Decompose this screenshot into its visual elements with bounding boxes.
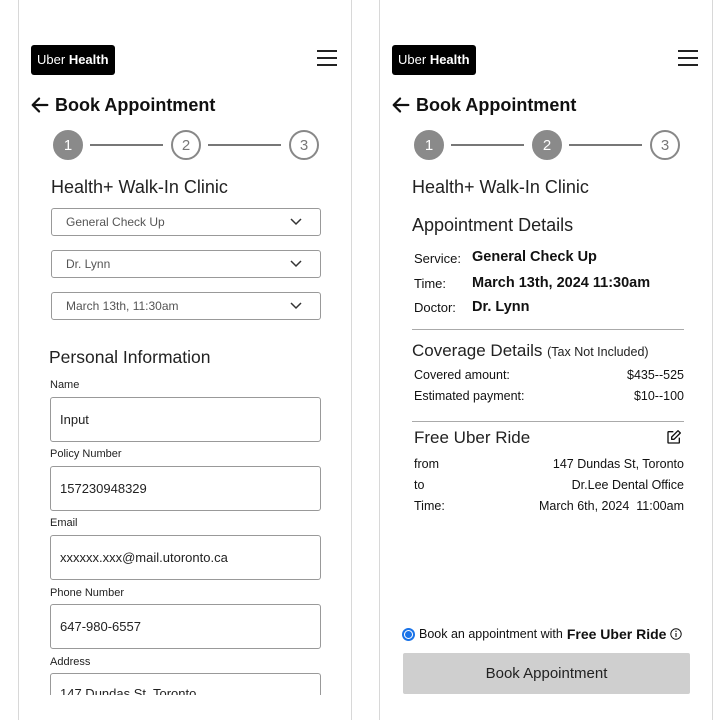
page-title: Book Appointment — [416, 94, 577, 115]
ride-to-label: to — [414, 478, 425, 492]
policy-number-label: Policy Number — [50, 448, 122, 460]
chevron-down-icon — [290, 218, 302, 226]
uber-health-logo[interactable]: Uber Health — [392, 45, 476, 75]
name-label: Name — [50, 379, 80, 391]
logo-part-2: Health — [68, 52, 109, 67]
uber-health-logo[interactable]: Uber Health — [31, 45, 115, 75]
page-header: Book Appointment — [390, 94, 576, 116]
doctor-label: Doctor: — [414, 300, 456, 315]
free-ride-option-text: Book an appointment with — [419, 627, 563, 641]
step-3: 3 — [650, 130, 680, 160]
phone-field[interactable]: 647-980-6557 — [50, 604, 321, 649]
divider — [412, 421, 684, 422]
coverage-title-text: Coverage Details — [412, 341, 543, 360]
step-1: 1 — [414, 130, 444, 160]
progress-stepper: 1 2 3 — [414, 130, 680, 160]
ride-from-value: 147 Dundas St, Toronto — [552, 457, 684, 471]
menu-icon[interactable] — [678, 50, 698, 66]
covered-amount-value: $435--525 — [627, 368, 684, 382]
estimated-payment-label: Estimated payment: — [414, 389, 525, 403]
back-arrow-icon[interactable] — [390, 94, 412, 116]
email-label: Email — [50, 517, 78, 529]
clinic-name: Health+ Walk-In Clinic — [412, 177, 589, 197]
time-select-value: March 13th, 11:30am — [66, 299, 179, 313]
clinic-name: Health+ Walk-In Clinic — [51, 177, 228, 197]
page-header: Book Appointment — [29, 94, 215, 116]
free-ride-option[interactable]: Book an appointment with Free Uber Ride — [402, 626, 683, 642]
step-2: 2 — [171, 130, 201, 160]
doctor-select[interactable]: Dr. Lynn — [51, 250, 321, 278]
divider — [412, 329, 684, 330]
page-title: Book Appointment — [55, 94, 216, 115]
estimated-payment-value: $10--100 — [633, 389, 684, 403]
appointment-details-title: Appointment Details — [412, 215, 574, 235]
service-select-value: General Check Up — [66, 215, 165, 229]
doctor-select-value: Dr. Lynn — [66, 257, 111, 271]
address-field[interactable]: 147 Dundas St, Toronto — [50, 673, 321, 695]
chevron-down-icon — [290, 260, 302, 268]
logo-part-2: Health — [429, 52, 470, 67]
back-arrow-icon[interactable] — [29, 94, 51, 116]
ride-to-value: Dr.Lee Dental Office — [571, 478, 684, 492]
progress-stepper: 1 2 3 — [53, 130, 319, 160]
ride-time-label: Time: — [414, 499, 445, 513]
covered-amount-label: Covered amount: — [414, 368, 510, 382]
logo-part-1: Uber — [398, 52, 427, 67]
address-label: Address — [50, 656, 91, 668]
free-ride-title: Free Uber Ride — [414, 428, 531, 447]
email-field[interactable]: xxxxxx.xxx@mail.utoronto.ca — [50, 535, 321, 580]
time-label: Time: — [414, 276, 447, 291]
name-field[interactable]: Input — [50, 397, 321, 442]
personal-info-title: Personal Information — [49, 347, 211, 367]
edit-icon[interactable] — [666, 429, 682, 445]
step-2: 2 — [532, 130, 562, 160]
menu-icon[interactable] — [317, 50, 337, 66]
time-value: March 13th, 2024 11:30am — [472, 275, 651, 291]
book-appointment-button[interactable]: Book Appointment — [403, 653, 690, 694]
booking-form-screen: Uber Health Book Appointment 1 2 3 Healt… — [18, 0, 352, 720]
chevron-down-icon — [290, 302, 302, 310]
info-icon[interactable] — [670, 628, 683, 640]
free-ride-radio[interactable] — [402, 627, 415, 641]
booking-summary-screen: Uber Health Book Appointment 1 2 3 Healt… — [379, 0, 713, 720]
coverage-title: Coverage Details (Tax Not Included) — [412, 341, 649, 361]
service-value: General Check Up — [472, 249, 597, 265]
step-1: 1 — [53, 130, 83, 160]
policy-number-field[interactable]: 157230948329 — [50, 466, 321, 511]
ride-from-label: from — [414, 457, 439, 471]
phone-label: Phone Number — [50, 587, 124, 599]
service-select[interactable]: General Check Up — [51, 208, 321, 236]
logo-part-1: Uber — [37, 52, 66, 67]
step-3: 3 — [289, 130, 319, 160]
service-label: Service: — [414, 251, 461, 266]
doctor-value: Dr. Lynn — [472, 299, 530, 315]
coverage-note: (Tax Not Included) — [547, 345, 649, 359]
time-select[interactable]: March 13th, 11:30am — [51, 292, 321, 320]
ride-time-value: March 6th, 2024 11:00am — [539, 499, 684, 513]
free-ride-option-bold: Free Uber Ride — [566, 626, 667, 642]
